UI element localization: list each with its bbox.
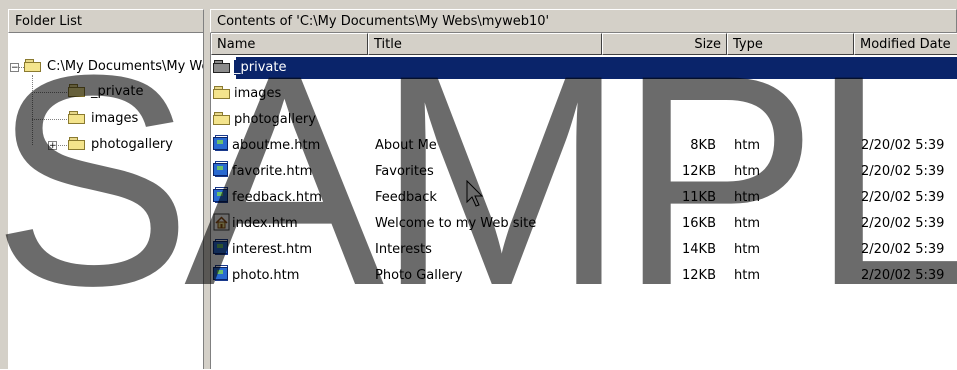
web-page-icon	[213, 135, 230, 153]
home-page-icon	[213, 213, 230, 231]
file-title: About Me	[375, 138, 437, 153]
tree-item-label: _private	[91, 84, 144, 99]
tree-item-label: photogallery	[91, 137, 173, 152]
file-name: images	[234, 86, 282, 101]
column-header-title[interactable]: Title	[368, 33, 602, 55]
file-name: photogallery	[234, 112, 316, 127]
folder-list-header: Folder List	[8, 9, 204, 33]
tree-item-photogallery[interactable]: photogallery	[68, 133, 175, 157]
file-size: 8KB	[690, 138, 716, 153]
window-left-edge	[0, 9, 8, 369]
file-name-cell: _private	[213, 55, 287, 81]
folder-icon	[213, 60, 231, 73]
file-name: index.htm	[232, 216, 298, 231]
file-title: Feedback	[375, 190, 437, 205]
column-header-modified-date[interactable]: Modified Date	[854, 33, 957, 55]
file-title: Favorites	[375, 164, 434, 179]
file-title: Interests	[375, 242, 432, 257]
file-type: htm	[734, 242, 760, 257]
file-name: _private	[234, 60, 287, 75]
file-type: htm	[734, 138, 760, 153]
folder-icon	[68, 137, 86, 150]
file-modified-date: 2/20/02 5:39	[861, 138, 945, 153]
open-folder-icon	[24, 59, 42, 72]
tree-item-images[interactable]: images	[68, 107, 140, 131]
mouse-pointer-icon	[466, 180, 484, 207]
tree-connector	[32, 75, 33, 145]
tree-connector	[32, 92, 67, 93]
file-name: favorite.htm	[232, 164, 313, 179]
file-row[interactable]: index.htm Welcome to my Web site 16KB ht…	[211, 211, 957, 237]
tree-item-label: images	[91, 111, 139, 126]
tree-root-item[interactable]: C:\My Documents\My Webs\myweb10	[24, 55, 203, 79]
column-header-type[interactable]: Type	[727, 33, 854, 55]
contents-header: Contents of 'C:\My Documents\My Webs\myw…	[210, 9, 957, 33]
file-name: interest.htm	[232, 242, 313, 257]
web-page-icon	[213, 161, 230, 179]
file-modified-date: 2/20/02 5:39	[861, 242, 945, 257]
file-name: feedback.htm	[232, 190, 322, 205]
file-size: 12KB	[682, 164, 716, 179]
file-size: 16KB	[682, 216, 716, 231]
file-name: aboutme.htm	[232, 138, 321, 153]
file-name: photo.htm	[232, 268, 300, 283]
file-row[interactable]: photogallery	[211, 107, 957, 133]
file-modified-date: 2/20/02 5:39	[861, 164, 945, 179]
selection-highlight	[236, 57, 957, 79]
web-page-icon	[213, 265, 230, 283]
folder-list-pane: − C:\My Documents\My Webs\myweb10 _priva…	[8, 33, 204, 369]
expand-photogallery-toggle[interactable]: +	[48, 141, 57, 151]
file-size: 11KB	[682, 190, 716, 205]
folder-icon	[68, 111, 86, 124]
file-title: Welcome to my Web site	[375, 216, 537, 231]
file-row[interactable]: feedback.htm Feedback 11KB htm 2/20/02 5…	[211, 185, 957, 211]
web-page-icon	[213, 187, 230, 205]
file-type: htm	[734, 268, 760, 283]
folder-icon	[68, 84, 86, 97]
column-header-size[interactable]: Size	[602, 33, 727, 55]
column-header-name[interactable]: Name	[211, 33, 368, 55]
file-type: htm	[734, 190, 760, 205]
tree-item-private[interactable]: _private	[68, 80, 145, 104]
web-page-icon	[213, 239, 230, 257]
file-row[interactable]: _private	[211, 55, 957, 81]
tree-root-label: C:\My Documents\My Webs\myweb10	[47, 59, 203, 74]
file-row[interactable]: interest.htm Interests 14KB htm 2/20/02 …	[211, 237, 957, 263]
file-type: htm	[734, 164, 760, 179]
file-row[interactable]: favorite.htm Favorites 12KB htm 2/20/02 …	[211, 159, 957, 185]
tree-connector	[32, 119, 67, 120]
file-row[interactable]: photo.htm Photo Gallery 12KB htm 2/20/02…	[211, 263, 957, 289]
file-type: htm	[734, 216, 760, 231]
file-size: 14KB	[682, 242, 716, 257]
file-modified-date: 2/20/02 5:39	[861, 268, 945, 283]
folder-icon	[213, 86, 231, 99]
file-row[interactable]: aboutme.htm About Me 8KB htm 2/20/02 5:3…	[211, 133, 957, 159]
contents-pane: Name Title Size Type Modified Date _priv…	[210, 33, 957, 369]
file-modified-date: 2/20/02 5:39	[861, 190, 945, 205]
file-row[interactable]: images	[211, 81, 957, 107]
file-size: 12KB	[682, 268, 716, 283]
folder-icon	[213, 112, 231, 125]
file-modified-date: 2/20/02 5:39	[861, 216, 945, 231]
window-top-strip	[0, 0, 957, 9]
file-title: Photo Gallery	[375, 268, 463, 283]
collapse-root-toggle[interactable]: −	[10, 63, 19, 73]
